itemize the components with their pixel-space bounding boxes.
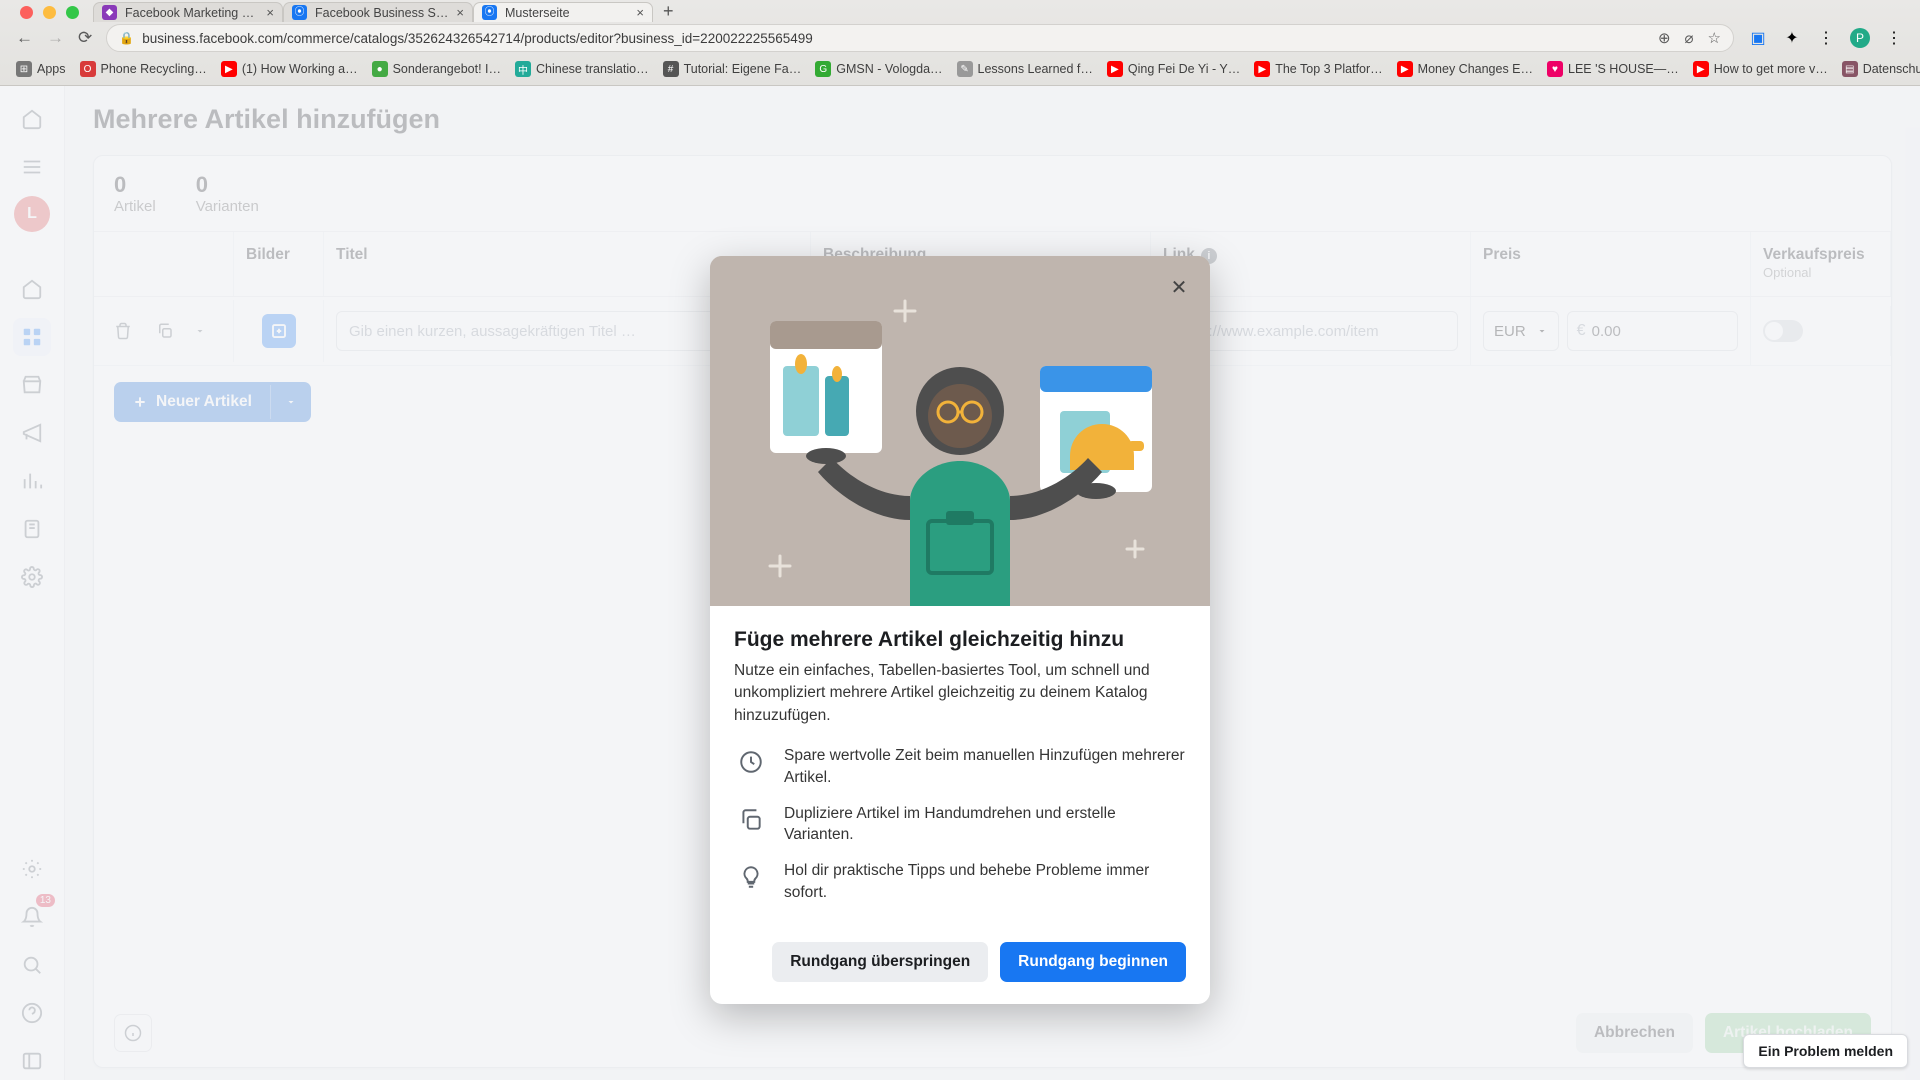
modal-feature: Dupliziere Artikel im Handumdrehen und e… <box>734 803 1186 846</box>
close-tab-icon[interactable]: × <box>636 5 644 20</box>
profile-avatar-icon[interactable]: P <box>1850 28 1870 48</box>
maximize-window-icon[interactable] <box>66 6 79 19</box>
favicon-icon: ▶ <box>1254 61 1270 77</box>
favicon-icon: ● <box>372 61 388 77</box>
bookmark-label: How to get more v… <box>1714 62 1828 76</box>
close-tab-icon[interactable]: × <box>456 5 464 20</box>
modal-subtitle: Nutze ein einfaches, Tabellen-basiertes … <box>734 660 1186 727</box>
bookmark-label: GMSN - Vologda… <box>836 62 942 76</box>
favicon-icon: ✎ <box>957 61 973 77</box>
bookmark-label: Lessons Learned f… <box>978 62 1093 76</box>
close-tab-icon[interactable]: × <box>266 5 274 20</box>
bookmark-label: Money Changes E… <box>1418 62 1533 76</box>
extension-icon[interactable]: ▣ <box>1748 28 1768 48</box>
close-window-icon[interactable] <box>20 6 33 19</box>
tab-label: Facebook Business Suite <box>315 6 448 20</box>
favicon-icon: 中 <box>515 61 531 77</box>
bookmark-item[interactable]: # Tutorial: Eigene Fa… <box>663 61 802 77</box>
browser-chrome: ◆ Facebook Marketing & Werbea × ⦿ Facebook … <box>0 0 1920 86</box>
bookmark-item[interactable]: ▶ Qing Fei De Yi - Y… <box>1107 61 1240 77</box>
new-tab-button[interactable]: + <box>653 1 684 22</box>
bookmark-label: Phone Recycling… <box>101 62 207 76</box>
modal-feature: Spare wertvolle Zeit beim manuellen Hinz… <box>734 745 1186 788</box>
bookmark-item[interactable]: ▶ The Top 3 Platfor… <box>1254 61 1382 77</box>
bookmark-item[interactable]: O Phone Recycling… <box>80 61 207 77</box>
favicon-icon: ◆ <box>102 5 117 20</box>
bookmark-item[interactable]: 中 Chinese translatio… <box>515 61 649 77</box>
address-bar-row: ← → ⟳ 🔒 business.facebook.com/commerce/c… <box>0 22 1920 54</box>
copy-icon <box>734 803 768 837</box>
modal-actions: Rundgang überspringen Rundgang beginnen <box>710 936 1210 1004</box>
star-icon[interactable]: ☆ <box>1708 29 1721 47</box>
bookmark-item[interactable]: ✎ Lessons Learned f… <box>957 61 1093 77</box>
bookmark-item[interactable]: ▶ (1) How Working a… <box>221 61 358 77</box>
bookmark-item[interactable]: ▤ Datenschutz – Re… <box>1842 61 1920 77</box>
bookmark-label: Qing Fei De Yi - Y… <box>1128 62 1240 76</box>
bookmark-label: Chinese translatio… <box>536 62 649 76</box>
report-problem-button[interactable]: Ein Problem melden <box>1743 1034 1908 1068</box>
favicon-icon: G <box>815 61 831 77</box>
bookmark-item[interactable]: ● Sonderangebot! I… <box>372 61 501 77</box>
bookmarks-bar: ⊞ Apps O Phone Recycling… ▶ (1) How Working… <box>0 54 1920 84</box>
favicon-icon: ▶ <box>221 61 237 77</box>
modal-hero: ✕ <box>710 256 1210 606</box>
bookmark-item[interactable]: ♥ LEE 'S HOUSE—… <box>1547 61 1679 77</box>
translate-icon[interactable]: ⌀ <box>1685 29 1694 47</box>
favicon-icon: O <box>80 61 96 77</box>
url-text: business.facebook.com/commerce/catalogs/… <box>142 31 1658 46</box>
reload-icon[interactable]: ⟳ <box>78 28 92 48</box>
modal-title: Füge mehrere Artikel gleichzeitig hinzu <box>734 628 1186 652</box>
bookmark-label: Datenschutz – Re… <box>1863 62 1920 76</box>
bookmark-item[interactable]: ⊞ Apps <box>16 61 66 77</box>
bookmark-label: Tutorial: Eigene Fa… <box>684 62 802 76</box>
bookmark-label: LEE 'S HOUSE—… <box>1568 62 1679 76</box>
favicon-icon: ▶ <box>1397 61 1413 77</box>
window-controls <box>6 6 93 22</box>
bookmark-label: Apps <box>37 62 66 76</box>
clock-icon <box>734 745 768 779</box>
back-icon[interactable]: ← <box>16 28 33 48</box>
lock-icon: 🔒 <box>119 31 134 45</box>
modal-body: Füge mehrere Artikel gleichzeitig hinzu … <box>710 606 1210 936</box>
favicon-icon: ▤ <box>1842 61 1858 77</box>
close-icon[interactable]: ✕ <box>1162 270 1196 304</box>
modal-feature: Hol dir praktische Tipps und behebe Prob… <box>734 860 1186 903</box>
favicon-icon: ⦿ <box>292 5 307 20</box>
feature-text: Dupliziere Artikel im Handumdrehen und e… <box>784 803 1186 846</box>
bookmark-item[interactable]: ▶ How to get more v… <box>1693 61 1828 77</box>
app-root: L Mehrere Artikel hinzufügen 0Artikel 0V… <box>0 86 1920 1080</box>
bookmark-item[interactable]: G GMSN - Vologda… <box>815 61 942 77</box>
lightbulb-icon <box>734 860 768 894</box>
bookmark-label: (1) How Working a… <box>242 62 358 76</box>
bookmark-label: Sonderangebot! I… <box>393 62 501 76</box>
menu-icon[interactable]: ⋮ <box>1884 28 1904 48</box>
skip-tour-button[interactable]: Rundgang überspringen <box>772 942 988 982</box>
start-tour-button[interactable]: Rundgang beginnen <box>1000 942 1186 982</box>
more-icon[interactable]: ⋮ <box>1816 28 1836 48</box>
address-bar[interactable]: 🔒 business.facebook.com/commerce/catalog… <box>106 24 1734 52</box>
browser-tab[interactable]: ⦿ Facebook Business Suite × <box>283 2 473 22</box>
feature-text: Spare wertvolle Zeit beim manuellen Hinz… <box>784 745 1186 788</box>
forward-icon[interactable]: → <box>47 28 64 48</box>
favicon-icon: ⦿ <box>482 5 497 20</box>
extensions-menu-icon[interactable]: ✦ <box>1782 28 1802 48</box>
favicon-icon: ♥ <box>1547 61 1563 77</box>
favicon-icon: # <box>663 61 679 77</box>
browser-tab-active[interactable]: ⦿ Musterseite × <box>473 2 653 22</box>
favicon-icon: ▶ <box>1693 61 1709 77</box>
apps-icon: ⊞ <box>16 61 32 77</box>
zoom-icon[interactable]: ⊕ <box>1658 29 1671 47</box>
onboarding-modal: ✕ <box>710 256 1210 1004</box>
minimize-window-icon[interactable] <box>43 6 56 19</box>
tab-bar: ◆ Facebook Marketing & Werbea × ⦿ Facebook … <box>0 0 1920 22</box>
tab-label: Facebook Marketing & Werbea <box>125 6 258 20</box>
favicon-icon: ▶ <box>1107 61 1123 77</box>
bookmark-label: The Top 3 Platfor… <box>1275 62 1382 76</box>
tab-label: Musterseite <box>505 6 628 20</box>
browser-tab[interactable]: ◆ Facebook Marketing & Werbea × <box>93 2 283 22</box>
bookmark-item[interactable]: ▶ Money Changes E… <box>1397 61 1533 77</box>
feature-text: Hol dir praktische Tipps und behebe Prob… <box>784 860 1186 903</box>
